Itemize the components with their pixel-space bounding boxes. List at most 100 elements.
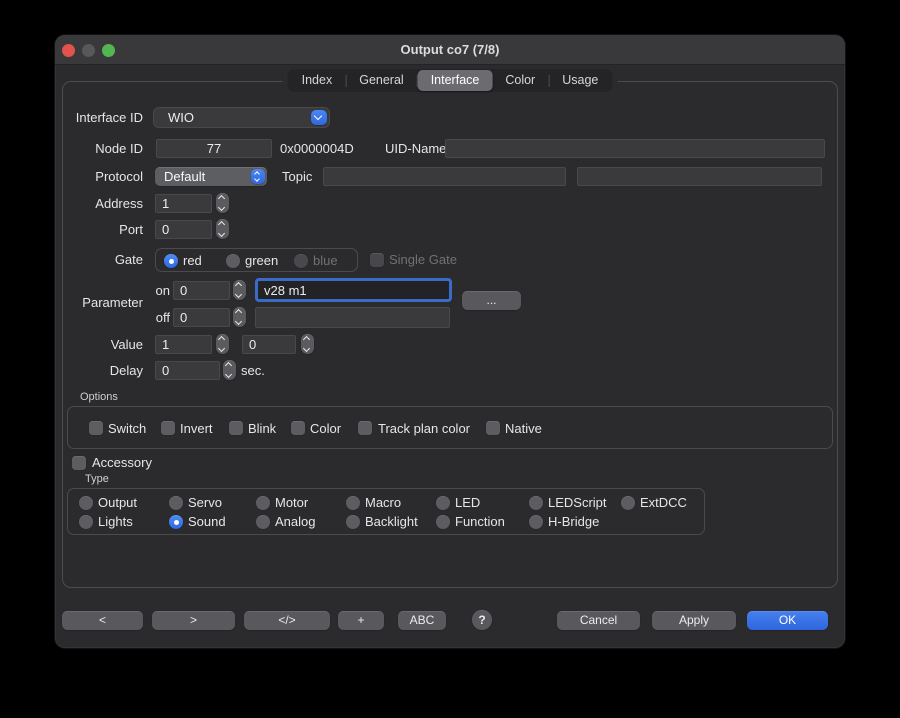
param-off-count-field[interactable]: [173, 308, 230, 327]
type-servo-radio[interactable]: [169, 496, 183, 510]
single-gate-label: Single Gate: [389, 248, 457, 272]
options-group-title: Options: [80, 391, 118, 403]
option-native-label: Native: [505, 415, 542, 442]
type-output-radio[interactable]: [79, 496, 93, 510]
option-native-checkbox[interactable]: [486, 421, 500, 435]
type-motor-radio[interactable]: [256, 496, 270, 510]
param-off-stepper[interactable]: [233, 307, 246, 327]
port-field[interactable]: [155, 220, 212, 239]
gate-red-radio[interactable]: [164, 254, 178, 268]
delay-unit-label: sec.: [241, 361, 265, 380]
option-blink-checkbox[interactable]: [229, 421, 243, 435]
title-bar[interactable]: Output co7 (7/8): [55, 35, 845, 65]
tab-interface[interactable]: Interface: [418, 70, 493, 91]
tab-index[interactable]: Index: [289, 70, 346, 91]
apply-button[interactable]: Apply: [652, 611, 736, 630]
gate-red-label: red: [183, 249, 202, 273]
dialog-window: Output co7 (7/8) Index General Interface…: [55, 35, 845, 648]
option-blink-label: Blink: [248, 415, 276, 442]
uid-name-field[interactable]: [445, 139, 825, 158]
value-1-stepper[interactable]: [216, 334, 229, 354]
type-backlight-radio[interactable]: [346, 515, 360, 529]
value-2-stepper[interactable]: [301, 334, 314, 354]
accessory-label: Accessory: [92, 455, 152, 471]
param-on-stepper[interactable]: [233, 280, 246, 300]
options-group: Switch Invert Blink Color Track plan col…: [67, 406, 833, 449]
option-track-plan-color-label: Track plan color: [378, 415, 470, 442]
param-more-button[interactable]: ...: [462, 291, 521, 310]
interface-id-value: WIO: [168, 108, 194, 127]
up-down-chevrons-icon: [251, 169, 265, 184]
protocol-label: Protocol: [55, 167, 143, 186]
type-hbridge-radio[interactable]: [529, 515, 543, 529]
address-field[interactable]: [155, 194, 212, 213]
option-switch-checkbox[interactable]: [89, 421, 103, 435]
param-off-text-field[interactable]: [255, 307, 450, 328]
option-invert-label: Invert: [180, 415, 213, 442]
gate-label: Gate: [55, 248, 143, 272]
type-backlight-label: Backlight: [365, 509, 418, 535]
gate-blue-radio: [294, 254, 308, 268]
type-ledscript-radio[interactable]: [529, 496, 543, 510]
help-button[interactable]: ?: [472, 610, 492, 630]
type-lights-radio[interactable]: [79, 515, 93, 529]
accessory-checkbox[interactable]: [72, 456, 86, 470]
port-stepper[interactable]: [216, 219, 229, 239]
node-id-hex: 0x0000004D: [280, 139, 354, 158]
param-on-text-field[interactable]: [255, 278, 452, 302]
param-off-label: off: [154, 307, 170, 329]
option-switch-label: Switch: [108, 415, 146, 442]
type-extdcc-radio[interactable]: [621, 496, 635, 510]
type-macro-radio[interactable]: [346, 496, 360, 510]
type-extdcc-label: ExtDCC: [640, 490, 687, 516]
value-1-field[interactable]: [155, 335, 212, 354]
interface-id-dropdown[interactable]: WIO: [153, 107, 330, 128]
delay-field[interactable]: [155, 361, 220, 380]
tab-general[interactable]: General: [346, 70, 416, 91]
value-label: Value: [55, 335, 143, 354]
topic-field[interactable]: [323, 167, 566, 186]
cancel-button[interactable]: Cancel: [557, 611, 640, 630]
add-button[interactable]: +: [338, 611, 384, 630]
uid-name-label: UID-Name: [385, 139, 446, 158]
code-button[interactable]: </>: [244, 611, 330, 630]
ok-button[interactable]: OK: [747, 611, 828, 630]
type-radio-group: Output Servo Motor Macro LED LEDScript E…: [67, 488, 705, 535]
type-analog-radio[interactable]: [256, 515, 270, 529]
type-group-title: Type: [85, 473, 109, 485]
delay-label: Delay: [55, 361, 143, 380]
single-gate-checkbox: [370, 253, 384, 267]
tab-usage[interactable]: Usage: [549, 70, 611, 91]
abc-button[interactable]: ABC: [398, 611, 446, 630]
topic-extra-field[interactable]: [577, 167, 822, 186]
type-analog-label: Analog: [275, 509, 315, 535]
option-track-plan-color-checkbox[interactable]: [358, 421, 372, 435]
gate-green-label: green: [245, 249, 278, 273]
node-id-label: Node ID: [55, 139, 143, 158]
chevron-down-icon: [311, 110, 327, 125]
param-on-label: on: [154, 280, 170, 302]
param-on-count-field[interactable]: [173, 281, 230, 300]
type-hbridge-label: H-Bridge: [548, 509, 599, 535]
type-sound-radio[interactable]: [169, 515, 183, 529]
parameter-label: Parameter: [55, 280, 143, 326]
address-label: Address: [55, 194, 143, 213]
type-led-radio[interactable]: [436, 496, 450, 510]
type-function-label: Function: [455, 509, 505, 535]
node-id-field[interactable]: [156, 139, 272, 158]
gate-green-radio[interactable]: [226, 254, 240, 268]
option-invert-checkbox[interactable]: [161, 421, 175, 435]
tab-color[interactable]: Color: [492, 70, 548, 91]
prev-button[interactable]: <: [62, 611, 143, 630]
port-label: Port: [55, 220, 143, 239]
tab-bar: Index General Interface Color Usage: [283, 69, 618, 92]
option-color-checkbox[interactable]: [291, 421, 305, 435]
delay-stepper[interactable]: [223, 360, 236, 380]
protocol-value: Default: [164, 167, 205, 186]
next-button[interactable]: >: [152, 611, 235, 630]
protocol-dropdown[interactable]: Default: [155, 167, 267, 186]
gate-radio-group: red green blue: [155, 248, 358, 272]
type-function-radio[interactable]: [436, 515, 450, 529]
value-2-field[interactable]: [242, 335, 296, 354]
address-stepper[interactable]: [216, 193, 229, 213]
